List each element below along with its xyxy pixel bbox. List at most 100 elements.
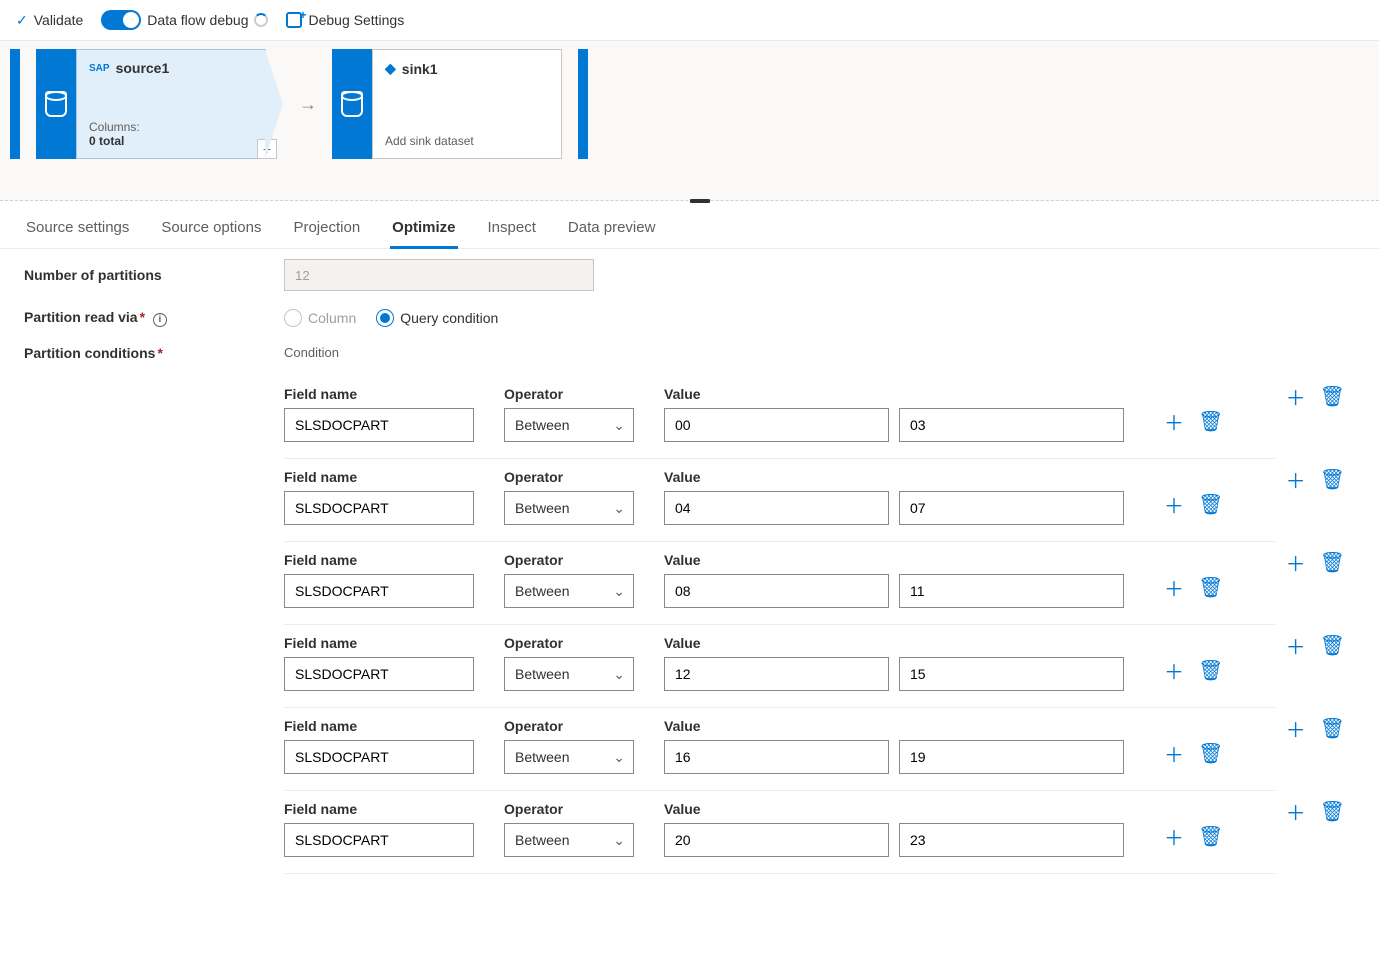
loading-spinner-icon — [254, 13, 268, 27]
dataflow-canvas[interactable]: SAP source1 Columns: 0 total + → ◆ sink1… — [0, 41, 1379, 201]
delete-condition-button[interactable]: 🗑 — [1320, 714, 1345, 749]
debug-settings-label: Debug Settings — [308, 12, 404, 28]
operator-label: Operator — [504, 552, 634, 568]
chevron-down-icon: ⌄ — [613, 749, 625, 766]
condition-row: Field name Operator Between ⌄ Value ＋ 🗑 … — [284, 459, 1275, 542]
operator-select[interactable]: Between ⌄ — [504, 740, 634, 774]
value-from-input[interactable] — [664, 740, 889, 774]
add-sub-condition-button[interactable]: ＋ — [1164, 573, 1184, 608]
condition-row: Field name Operator Between ⌄ Value ＋ 🗑 … — [284, 542, 1275, 625]
info-icon[interactable]: i — [153, 313, 167, 327]
field-name-input[interactable] — [284, 491, 474, 525]
add-condition-button[interactable]: ＋ — [1286, 797, 1306, 832]
delete-sub-condition-button[interactable]: 🗑 — [1198, 490, 1223, 525]
delete-sub-condition-button[interactable]: 🗑 — [1198, 739, 1223, 774]
add-sub-condition-button[interactable]: ＋ — [1164, 822, 1184, 857]
sink-node[interactable]: ◆ sink1 Add sink dataset — [333, 49, 562, 159]
operator-select[interactable]: Between ⌄ — [504, 408, 634, 442]
tab-inspect[interactable]: Inspect — [486, 213, 538, 248]
condition-row: Field name Operator Between ⌄ Value ＋ 🗑 … — [284, 376, 1275, 459]
value-from-input[interactable] — [664, 657, 889, 691]
field-name-input[interactable] — [284, 657, 474, 691]
source-columns-label: Columns: — [89, 120, 253, 134]
condition-row: Field name Operator Between ⌄ Value ＋ 🗑 … — [284, 625, 1275, 708]
field-name-label: Field name — [284, 718, 474, 734]
value-from-input[interactable] — [664, 408, 889, 442]
delete-sub-condition-button[interactable]: 🗑 — [1198, 573, 1223, 608]
canvas-right-edge — [578, 49, 588, 159]
field-name-input[interactable] — [284, 823, 474, 857]
chevron-down-icon: ⌄ — [613, 583, 625, 600]
sap-icon: SAP — [89, 63, 110, 74]
delete-condition-button[interactable]: 🗑 — [1320, 465, 1345, 500]
operator-label: Operator — [504, 635, 634, 651]
operator-select[interactable]: Between ⌄ — [504, 657, 634, 691]
tab-optimize[interactable]: Optimize — [390, 213, 457, 249]
value-to-input[interactable] — [899, 574, 1124, 608]
data-flow-debug-toggle[interactable]: Data flow debug — [101, 10, 268, 30]
value-label: Value — [664, 801, 1124, 817]
operator-value: Between — [515, 832, 569, 848]
radio-column[interactable]: Column — [284, 309, 356, 327]
value-label: Value — [664, 552, 1124, 568]
operator-value: Between — [515, 749, 569, 765]
value-from-input[interactable] — [664, 491, 889, 525]
delete-sub-condition-button[interactable]: 🗑 — [1198, 822, 1223, 857]
sink-title: sink1 — [402, 61, 438, 77]
value-label: Value — [664, 469, 1124, 485]
value-to-input[interactable] — [899, 408, 1124, 442]
condition-header: Condition — [284, 345, 1275, 360]
field-name-label: Field name — [284, 801, 474, 817]
tab-source-settings[interactable]: Source settings — [24, 213, 131, 248]
panel-resize-handle[interactable] — [690, 199, 710, 203]
add-sub-condition-button[interactable]: ＋ — [1164, 739, 1184, 774]
validate-button[interactable]: ✓ Validate — [16, 12, 83, 29]
value-to-input[interactable] — [899, 491, 1124, 525]
toggle-switch[interactable] — [101, 10, 141, 30]
add-condition-button[interactable]: ＋ — [1286, 465, 1306, 500]
field-name-input[interactable] — [284, 740, 474, 774]
delete-sub-condition-button[interactable]: 🗑 — [1198, 407, 1223, 442]
chevron-down-icon: ⌄ — [613, 666, 625, 683]
operator-select[interactable]: Between ⌄ — [504, 823, 634, 857]
condition-row: Field name Operator Between ⌄ Value ＋ 🗑 … — [284, 791, 1275, 874]
debug-settings-button[interactable]: Debug Settings — [286, 12, 404, 28]
add-condition-button[interactable]: ＋ — [1286, 548, 1306, 583]
add-sub-condition-button[interactable]: ＋ — [1164, 490, 1184, 525]
value-to-input[interactable] — [899, 740, 1124, 774]
delete-condition-button[interactable]: 🗑 — [1320, 631, 1345, 666]
num-partitions-input[interactable] — [284, 259, 594, 291]
add-sub-condition-button[interactable]: ＋ — [1164, 407, 1184, 442]
source-node[interactable]: SAP source1 Columns: 0 total + — [36, 49, 283, 159]
check-icon: ✓ — [16, 12, 28, 29]
field-name-input[interactable] — [284, 574, 474, 608]
delete-condition-button[interactable]: 🗑 — [1320, 382, 1345, 417]
add-sub-condition-button[interactable]: ＋ — [1164, 656, 1184, 691]
radio-query-condition[interactable]: Query condition — [376, 309, 498, 327]
delete-condition-button[interactable]: 🗑 — [1320, 797, 1345, 832]
field-name-input[interactable] — [284, 408, 474, 442]
operator-value: Between — [515, 500, 569, 516]
value-to-input[interactable] — [899, 657, 1124, 691]
value-to-input[interactable] — [899, 823, 1124, 857]
delete-condition-button[interactable]: 🗑 — [1320, 548, 1345, 583]
tab-projection[interactable]: Projection — [291, 213, 362, 248]
operator-select[interactable]: Between ⌄ — [504, 491, 634, 525]
tab-source-options[interactable]: Source options — [159, 213, 263, 248]
operator-label: Operator — [504, 469, 634, 485]
add-condition-button[interactable]: ＋ — [1286, 382, 1306, 417]
field-name-label: Field name — [284, 469, 474, 485]
azure-icon: ◆ — [385, 60, 396, 77]
canvas-left-edge — [10, 49, 20, 159]
field-name-label: Field name — [284, 386, 474, 402]
tab-data-preview[interactable]: Data preview — [566, 213, 658, 248]
delete-sub-condition-button[interactable]: 🗑 — [1198, 656, 1223, 691]
value-from-input[interactable] — [664, 823, 889, 857]
value-label: Value — [664, 718, 1124, 734]
value-from-input[interactable] — [664, 574, 889, 608]
optimize-panel: Number of partitions Partition read via*… — [0, 249, 1379, 932]
operator-select[interactable]: Between ⌄ — [504, 574, 634, 608]
add-condition-button[interactable]: ＋ — [1286, 631, 1306, 666]
source-columns-value: 0 total — [89, 134, 124, 148]
add-condition-button[interactable]: ＋ — [1286, 714, 1306, 749]
